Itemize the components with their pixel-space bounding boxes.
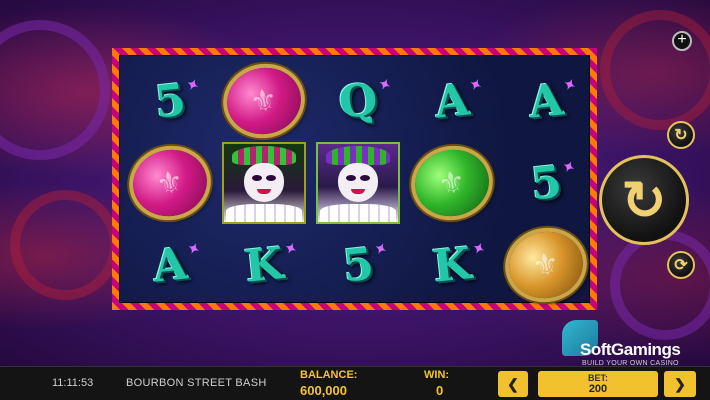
clock: 11:11:53 [52,377,94,389]
symbol-text: 5 [340,238,376,292]
fleur-de-lis-icon: ⚜ [435,164,469,202]
fleur-de-lis-icon: ⚜ [247,82,281,120]
reel-cell: ⚜ [500,224,592,306]
menu-plus-button[interactable]: + [672,31,692,51]
reel-cell: K ✦ [406,224,498,306]
brand-name: SoftGamings [580,340,681,359]
letter-symbol: Q ✦ [336,73,392,129]
balance-value: 600,000 [300,383,347,398]
quick-spin-button[interactable]: ⟳ [667,251,695,279]
bet-value: 200 [588,383,608,395]
jester-face-icon [244,163,284,203]
symbol-text: 5 [528,156,564,210]
reel-cell: 5 ✦ [124,60,216,142]
letter-symbol: 5 ✦ [528,156,576,210]
reel-cell [218,142,310,224]
fleur-de-lis-icon: ⚜ [529,246,563,284]
softgamings-logo: SoftGamings BUILD YOUR OWN CASINO [560,318,710,367]
letter-symbol: 5 ✦ [152,74,200,128]
background-swirl [600,10,710,130]
sparkle-icon: ✦ [371,239,389,259]
reel-cell: A ✦ [124,224,216,306]
reel-cell: K ✦ [218,224,310,306]
sparkle-icon: ✦ [469,239,487,259]
reel-frame: 5 ✦ ⚜ Q ✦ A ✦ A ✦ ⚜ ⚜ 5 ✦ A ✦ K ✦ 5 ✦ K ✦ ⚜ [112,48,597,310]
background-swirl [0,20,110,160]
reel-cell: ⚜ [406,142,498,224]
symbol-text: K [242,237,286,293]
letter-symbol: 5 ✦ [340,238,388,292]
bet-decrease-button[interactable]: ❮ [498,371,528,397]
jester-mouth-icon [351,189,365,195]
quick-spin-icon: ⟳ [674,257,688,274]
reel-grid: 5 ✦ ⚜ Q ✦ A ✦ A ✦ ⚜ ⚜ 5 ✦ A ✦ K ✦ 5 ✦ K ✦ ⚜ [119,55,592,306]
reel-cell: ⚜ [218,60,310,142]
spin-arrow-icon: ↻ [621,170,667,231]
jester-collar-icon [226,204,302,222]
bet-display: BET: 200 [538,371,658,397]
background-swirl [10,190,120,300]
symbol-text: 5 [152,74,188,128]
symbol-text: K [430,237,474,293]
male-jester-symbol [222,142,306,224]
coin-symbol: ⚜ [126,143,214,223]
jester-mouth-icon [257,189,271,195]
jester-collar-icon [320,204,396,222]
reel-cell [312,142,404,224]
reel-cell: A ✦ [500,60,592,142]
letter-symbol: K ✦ [242,237,298,293]
reel-cell: Q ✦ [312,60,404,142]
fleur-de-lis-icon: ⚜ [153,164,187,202]
sparkle-icon: ✦ [185,239,203,259]
bet-increase-button[interactable]: ❯ [664,371,696,397]
reel-cell: ⚜ [124,142,216,224]
female-jester-symbol [316,142,400,224]
bet-label: BET: [588,373,608,383]
symbol-text: A [526,73,566,129]
letter-symbol: K ✦ [430,237,486,293]
jester-face-icon [338,163,378,203]
win-value: 0 [436,383,444,398]
game-title: BOURBON STREET BASH [126,377,267,389]
coin-symbol: ⚜ [408,143,496,223]
sparkle-icon: ✦ [375,75,393,95]
symbol-text: A [432,73,472,129]
spin-button[interactable]: ↻ [599,155,689,245]
symbol-text: A [150,237,190,293]
symbol-text: Q [336,73,380,129]
win-label: WIN: [424,369,450,381]
reel-cell: 5 ✦ [312,224,404,306]
autoplay-icon: ↻ [674,127,688,144]
sparkle-icon: ✦ [467,75,485,95]
coin-symbol: ⚜ [220,61,308,141]
autoplay-button[interactable]: ↻ [667,121,695,149]
sparkle-icon: ✦ [561,75,579,95]
sparkle-icon: ✦ [281,239,299,259]
sparkle-icon: ✦ [559,157,577,177]
reel-cell: 5 ✦ [500,142,592,224]
letter-symbol: A ✦ [432,73,484,129]
balance-label: BALANCE: [300,369,358,381]
sparkle-icon: ✦ [183,75,201,95]
bottom-status-bar: 11:11:53 BOURBON STREET BASH BALANCE: 60… [0,366,710,400]
reel-cell: A ✦ [406,60,498,142]
letter-symbol: A ✦ [150,237,202,293]
coin-symbol: ⚜ [502,225,590,305]
letter-symbol: A ✦ [526,73,578,129]
